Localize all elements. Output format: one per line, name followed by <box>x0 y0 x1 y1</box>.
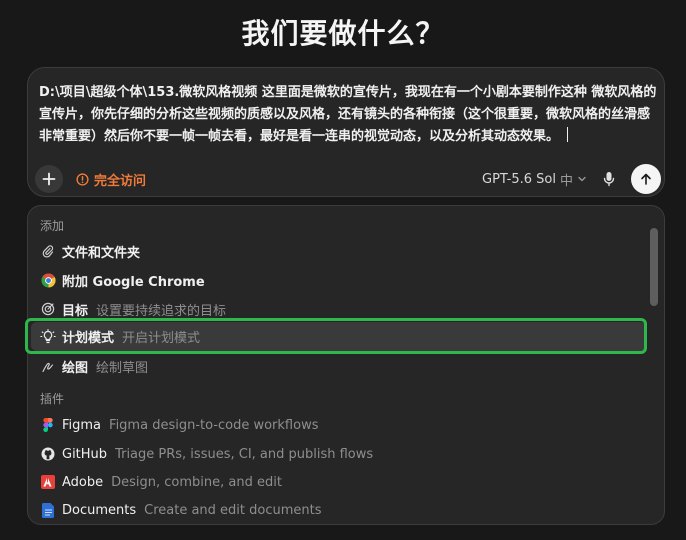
menu-item-description: 绘制草图 <box>96 360 149 376</box>
menu-item-chrome[interactable]: 附加 Google Chrome <box>28 266 642 294</box>
menu-item-plan-mode[interactable]: 计划模式 开启计划模式 <box>31 322 646 351</box>
target-icon <box>40 301 56 317</box>
prompt-composer[interactable]: D:\项目\超级个体\153.微软风格视频 这里面是微软的宣传片，我现在有一个小… <box>27 67 665 197</box>
model-label: GPT-5.6 Sol <box>482 171 556 187</box>
section-header-add: 添加 <box>40 219 65 233</box>
plugin-item-adobe[interactable]: Adobe Design, combine, and edit <box>28 468 642 496</box>
menu-item-label: 绘图 <box>62 360 89 376</box>
pen-icon <box>40 358 56 374</box>
send-button[interactable] <box>631 164 661 194</box>
chevron-down-icon <box>578 176 586 182</box>
add-menu: 添加 文件和文件夹 附加 Google Chrome 目标 设置要持续追求的目标… <box>27 205 665 525</box>
warning-circle-icon <box>76 172 89 186</box>
plugin-label: GitHub <box>62 446 108 462</box>
plugin-description: Create and edit documents <box>144 502 322 518</box>
github-icon <box>40 446 56 462</box>
lightbulb-icon <box>40 328 56 345</box>
menu-item-description: 设置要持续追求的目标 <box>96 303 227 319</box>
plugin-description: Figma design-to-code workflows <box>109 417 319 433</box>
text-caret <box>567 127 569 142</box>
full-access-button[interactable]: 完全访问 <box>76 169 146 189</box>
arrow-up-icon <box>641 173 651 185</box>
plugin-label: Figma <box>62 417 102 433</box>
menu-item-draw[interactable]: 绘图 绘制草图 <box>28 352 642 380</box>
plugin-label: Adobe <box>62 474 104 490</box>
plugin-label: Documents <box>62 502 137 518</box>
prompt-input[interactable]: D:\项目\超级个体\153.微软风格视频 这里面是微软的宣传片，我现在有一个小… <box>39 82 659 148</box>
chrome-icon <box>40 272 56 288</box>
plugin-item-documents[interactable]: Documents Create and edit documents <box>28 496 642 524</box>
adobe-icon <box>40 474 56 490</box>
menu-item-goal[interactable]: 目标 设置要持续追求的目标 <box>28 295 642 323</box>
prompt-text: D:\项目\超级个体\153.微软风格视频 这里面是微软的宣传片，我现在有一个小… <box>39 85 657 144</box>
menu-item-label: 附加 Google Chrome <box>62 274 205 290</box>
section-header-plugins: 插件 <box>40 392 65 406</box>
microphone-button[interactable] <box>598 168 620 190</box>
figma-icon <box>40 417 56 433</box>
menu-item-label: 文件和文件夹 <box>62 245 141 261</box>
document-icon <box>40 502 56 518</box>
plus-icon <box>42 172 56 186</box>
menu-item-description: 开启计划模式 <box>122 331 201 346</box>
plugin-description: Triage PRs, issues, CI, and publish flow… <box>115 446 374 462</box>
menu-item-files[interactable]: 文件和文件夹 <box>28 237 642 265</box>
full-access-label: 完全访问 <box>94 173 147 189</box>
paperclip-icon <box>40 243 56 259</box>
menu-scrollbar[interactable] <box>650 228 658 306</box>
plugin-description: Design, combine, and edit <box>111 474 282 490</box>
plugin-item-github[interactable]: GitHub Triage PRs, issues, CI, and publi… <box>28 440 642 468</box>
add-button[interactable] <box>35 165 63 193</box>
microphone-icon <box>603 172 615 187</box>
effort-label: 中 <box>559 173 573 189</box>
plugin-item-figma[interactable]: Figma Figma design-to-code workflows <box>28 411 642 439</box>
page-title: 我们要做什么？ <box>241 17 445 50</box>
menu-item-label: 计划模式 <box>62 331 115 346</box>
menu-item-label: 目标 <box>62 303 89 319</box>
model-selector[interactable]: GPT-5.6 Sol 中 <box>482 169 587 189</box>
